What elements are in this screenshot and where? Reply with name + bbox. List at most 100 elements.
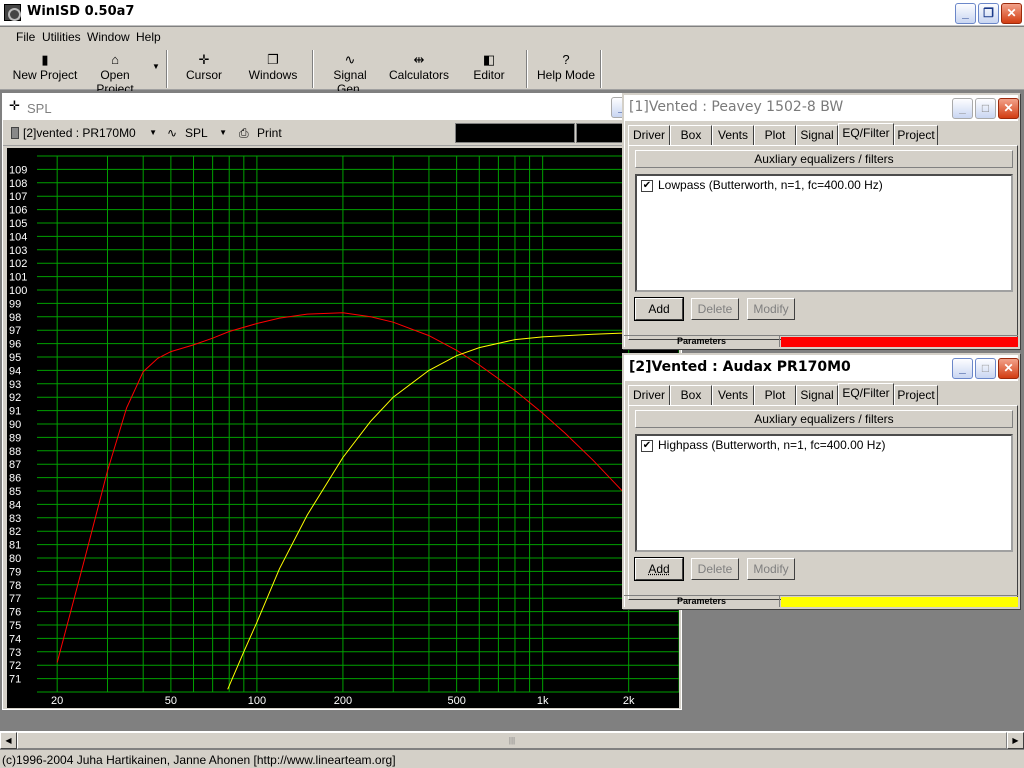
y-tick-label: 107 — [9, 191, 27, 203]
parameters-bar: Parameters — [624, 595, 1018, 607]
y-tick-label: 89 — [9, 432, 21, 444]
y-tick-label: 86 — [9, 473, 21, 485]
tab-vents[interactable]: Vents — [712, 385, 754, 405]
minimize-button[interactable]: _ — [955, 3, 976, 24]
y-tick-label: 76 — [9, 607, 21, 619]
window-2-tabs: Driver Box Vents Plot Signal EQ/Filter P… — [628, 383, 1018, 405]
calculators-button[interactable]: ⇹ Calculators — [388, 52, 450, 88]
y-tick-label: 102 — [9, 258, 27, 270]
y-tick-label: 96 — [9, 339, 21, 351]
restore-button[interactable]: ❐ — [978, 3, 999, 24]
x-tick-label: 1k — [537, 695, 549, 707]
tab-box[interactable]: Box — [670, 125, 712, 145]
editor-icon: ◧ — [482, 52, 496, 67]
tab-driver[interactable]: Driver — [628, 385, 670, 405]
cursor-button[interactable]: ✛ Cursor — [176, 52, 232, 88]
x-tick-label: 2k — [623, 695, 635, 707]
app-title: WinISD 0.50a7 — [27, 4, 135, 19]
tab-plot[interactable]: Plot — [754, 125, 796, 145]
y-tick-label: 93 — [9, 379, 21, 391]
add-button[interactable]: Add — [634, 297, 684, 321]
open-project-button[interactable]: ⌂ Open Project — [80, 52, 150, 96]
x-tick-label: 200 — [334, 695, 352, 707]
editor-button[interactable]: ◧ Editor — [464, 52, 514, 88]
tab-box[interactable]: Box — [670, 385, 712, 405]
tab-project[interactable]: Project — [894, 125, 938, 145]
window-2-close-button[interactable]: ✕ — [998, 358, 1019, 379]
menu-file[interactable]: File — [16, 30, 35, 44]
tab-signal[interactable]: Signal — [796, 385, 838, 405]
add-button[interactable]: Add — [634, 557, 684, 581]
close-button[interactable]: ✕ — [1001, 3, 1022, 24]
menu-utilities[interactable]: Utilities — [42, 30, 81, 44]
print-button[interactable]: ⎙ Print — [239, 123, 289, 143]
printer-icon: ⎙ — [239, 126, 249, 140]
parameters-label: Parameters — [624, 336, 780, 347]
delete-button[interactable]: Delete — [691, 298, 739, 320]
filter-checkbox[interactable]: ✔ — [641, 180, 653, 192]
tab-eq-filter[interactable]: EQ/Filter — [838, 123, 894, 145]
window-1-title-bar: [1]Vented : Peavey 1502-8 BW _ □ ✕ — [624, 95, 1019, 121]
spl-chart[interactable]: 71 72 73 74 75 76 77 78 79 80 81 82 83 84 85 86 87 88 89 90… — [7, 148, 679, 708]
graph-type-select[interactable]: ∿ SPL ▼ — [167, 123, 227, 143]
crosshair-icon: ✛ — [9, 98, 20, 113]
tab-vents[interactable]: Vents — [712, 125, 754, 145]
chevron-down-icon: ▼ — [149, 128, 157, 137]
readout-box-1 — [455, 123, 575, 143]
app-logo-icon — [4, 4, 21, 21]
window-1-minimize-button[interactable]: _ — [952, 98, 973, 119]
menu-help[interactable]: Help — [136, 30, 161, 44]
filter-list[interactable]: ✔ Highpass (Butterworth, n=1, fc=400.00 … — [635, 434, 1013, 552]
aux-filters-header: Auxliary equalizers / filters — [635, 410, 1013, 428]
y-tick-label: 97 — [9, 325, 21, 337]
tab-driver[interactable]: Driver — [628, 125, 670, 145]
filter-checkbox[interactable]: ✔ — [641, 440, 653, 452]
tab-signal[interactable]: Signal — [796, 125, 838, 145]
x-tick-label: 20 — [51, 695, 63, 707]
x-tick-label: 500 — [447, 695, 465, 707]
signal-gen-button[interactable]: ∿ Signal Gen. — [320, 52, 380, 96]
app-title-bar: WinISD 0.50a7 _ ❐ ✕ — [0, 0, 1024, 26]
modify-button[interactable]: Modify — [747, 558, 795, 580]
window-1-title: [1]Vented : Peavey 1502-8 BW — [629, 99, 844, 115]
tab-project[interactable]: Project — [894, 385, 938, 405]
y-tick-label: 95 — [9, 352, 21, 364]
project-window-1: [1]Vented : Peavey 1502-8 BW _ □ ✕ Drive… — [622, 93, 1020, 349]
y-tick-label: 91 — [9, 406, 21, 418]
y-tick-label: 87 — [9, 459, 21, 471]
scroll-left-button[interactable]: ◀ — [0, 732, 17, 749]
y-tick-label: 90 — [9, 419, 21, 431]
project-select[interactable]: [2]vented : PR170M0 ▼ — [11, 123, 157, 143]
menu-window[interactable]: Window — [87, 30, 130, 44]
tab-plot[interactable]: Plot — [754, 385, 796, 405]
status-bar: (c)1996-2004 Juha Hartikainen, Janne Aho… — [0, 749, 1024, 768]
project-icon — [11, 127, 19, 139]
filter-list-item[interactable]: Highpass (Butterworth, n=1, fc=400.00 Hz… — [658, 438, 885, 452]
spl-window-title-bar: ✛ SPL _ — [3, 94, 681, 120]
crosshair-icon: ✛ — [198, 52, 210, 67]
y-tick-label: 74 — [9, 633, 21, 645]
eq-filter-panel: Auxliary equalizers / filters ✔ Highpass… — [628, 405, 1018, 600]
scrollbar-thumb[interactable]: ||| — [17, 732, 1007, 749]
tab-eq-filter[interactable]: EQ/Filter — [838, 383, 894, 405]
filter-list-item[interactable]: Lowpass (Butterworth, n=1, fc=400.00 Hz) — [658, 178, 883, 192]
y-tick-label: 71 — [9, 674, 21, 686]
y-tick-label: 85 — [9, 486, 21, 498]
help-mode-button[interactable]: ? Help Mode — [534, 52, 598, 88]
window-1-maximize-button[interactable]: □ — [975, 98, 996, 119]
y-tick-label: 108 — [9, 178, 27, 190]
new-project-button[interactable]: ▮ New Project — [12, 52, 78, 88]
window-2-maximize-button[interactable]: □ — [975, 358, 996, 379]
y-tick-label: 83 — [9, 513, 21, 525]
filter-list[interactable]: ✔ Lowpass (Butterworth, n=1, fc=400.00 H… — [635, 174, 1013, 292]
y-tick-label: 88 — [9, 446, 21, 458]
scroll-right-button[interactable]: ▶ — [1007, 732, 1024, 749]
windows-button[interactable]: ❐ Windows — [244, 52, 302, 88]
window-1-close-button[interactable]: ✕ — [998, 98, 1019, 119]
delete-button[interactable]: Delete — [691, 558, 739, 580]
modify-button[interactable]: Modify — [747, 298, 795, 320]
mdi-horizontal-scrollbar[interactable]: ◀ ||| ▶ — [0, 731, 1024, 749]
y-tick-label: 104 — [9, 231, 27, 243]
window-2-minimize-button[interactable]: _ — [952, 358, 973, 379]
chevron-down-icon: ▼ — [219, 128, 227, 137]
